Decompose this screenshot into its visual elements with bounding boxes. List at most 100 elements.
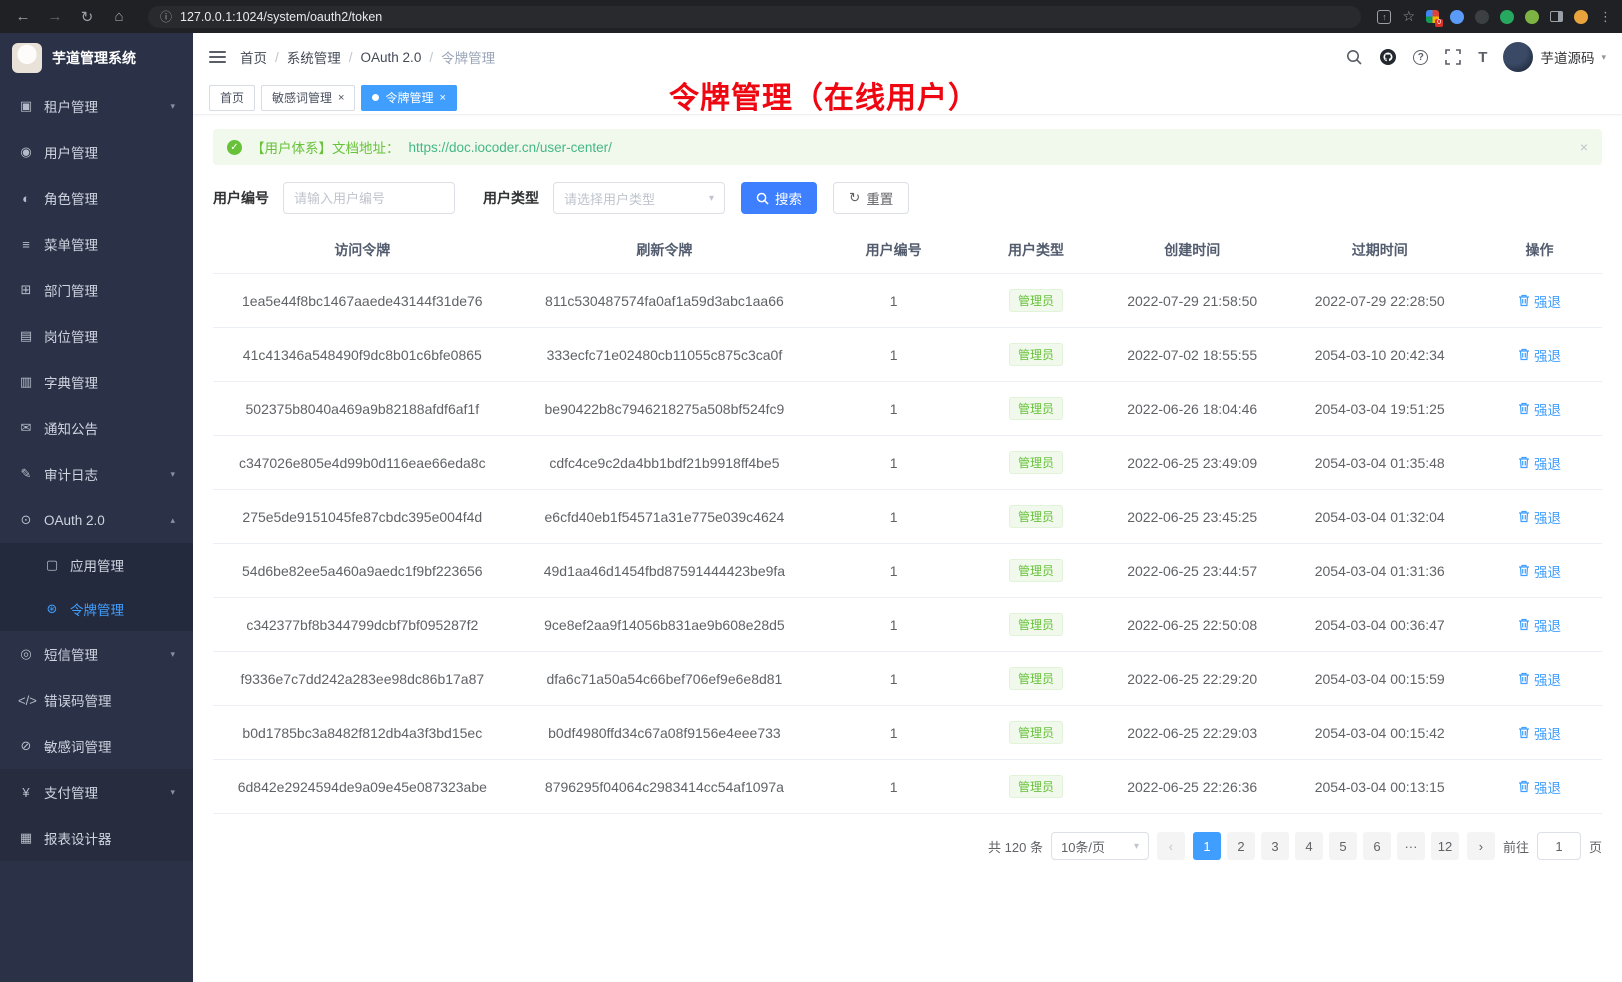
page-button-2[interactable]: 2 — [1227, 832, 1255, 860]
extension-dark-icon[interactable] — [1475, 10, 1489, 24]
sidebar-item-report[interactable]: ▦报表设计器 — [0, 815, 193, 861]
page-button-1[interactable]: 1 — [1193, 832, 1221, 860]
reset-button-label: 重置 — [866, 188, 893, 208]
extension-green-icon[interactable] — [1500, 10, 1514, 24]
column-header: 访问令牌 — [213, 227, 512, 274]
forward-icon[interactable]: → — [42, 5, 68, 29]
prev-page-button[interactable]: ‹ — [1157, 832, 1185, 860]
force-logout-button[interactable]: 强退 — [1518, 561, 1561, 581]
tab-close-icon[interactable]: × — [338, 92, 344, 104]
trash-icon — [1518, 618, 1530, 631]
breadcrumb-item[interactable]: 首页 — [240, 47, 267, 67]
expire-time-cell: 2022-07-29 22:28:50 — [1283, 274, 1477, 328]
sidebar-item-role[interactable]: ◐角色管理 — [0, 175, 193, 221]
breadcrumb-item[interactable]: OAuth 2.0 — [361, 50, 422, 65]
force-logout-button[interactable]: 强退 — [1518, 345, 1561, 365]
github-icon[interactable] — [1379, 48, 1397, 66]
collapse-sidebar-icon[interactable] — [209, 51, 226, 63]
extension-icon[interactable]: 0 — [1426, 10, 1439, 23]
user-id-cell: 1 — [817, 652, 970, 706]
fullscreen-icon[interactable] — [1444, 48, 1462, 66]
search-icon[interactable] — [1345, 48, 1363, 66]
user-id-input[interactable] — [283, 182, 455, 214]
force-logout-button[interactable]: 强退 — [1518, 615, 1561, 635]
chevron-down-icon: ▾ — [1134, 841, 1139, 852]
sidebar-item-tenant[interactable]: ▣租户管理▾ — [0, 83, 193, 129]
breadcrumb-item[interactable]: 系统管理 — [287, 47, 341, 67]
sidebar-item-label: 令牌管理 — [70, 599, 124, 619]
profile-avatar[interactable] — [1574, 10, 1588, 24]
sidebar-item-post[interactable]: ▤岗位管理 — [0, 313, 193, 359]
tabs-bar: 首页敏感词管理×令牌管理× — [193, 81, 1622, 115]
side-panel-icon[interactable] — [1550, 11, 1563, 22]
search-button[interactable]: 搜索 — [741, 182, 817, 214]
force-logout-button[interactable]: 强退 — [1518, 777, 1561, 797]
pager-ellipsis[interactable]: ··· — [1397, 832, 1425, 860]
force-logout-button[interactable]: 强退 — [1518, 399, 1561, 419]
force-logout-button[interactable]: 强退 — [1518, 723, 1561, 743]
alert-close-icon[interactable]: × — [1580, 139, 1588, 155]
page-button-6[interactable]: 6 — [1363, 832, 1391, 860]
browser-menu-icon[interactable]: ⋮ — [1599, 9, 1612, 25]
reload-icon[interactable]: ↻ — [74, 5, 100, 29]
tab-close-icon[interactable]: × — [439, 92, 445, 104]
force-logout-button[interactable]: 强退 — [1518, 453, 1561, 473]
sidebar-item-sms[interactable]: ◎短信管理▾ — [0, 631, 193, 677]
sidebar-item-audit-log[interactable]: ✎审计日志▾ — [0, 451, 193, 497]
home-icon[interactable]: ⌂ — [106, 5, 132, 29]
refresh-token-cell: b0df4980ffd34c67a08f9156e4eee733 — [512, 706, 818, 760]
user-type-placeholder: 请选择用户类型 — [564, 189, 655, 208]
sidebar-item-oauth[interactable]: ⊙OAuth 2.0▴ — [0, 497, 193, 543]
next-page-button[interactable]: › — [1467, 832, 1495, 860]
user-menu[interactable]: 芋道源码 ▾ — [1503, 42, 1606, 72]
sidebar-item-token[interactable]: ⊛令牌管理 — [0, 587, 193, 631]
force-logout-button[interactable]: 强退 — [1518, 507, 1561, 527]
force-logout-button[interactable]: 强退 — [1518, 291, 1561, 311]
table-row: 6d842e2924594de9a09e45e087323abe8796295f… — [213, 760, 1602, 814]
page-size-select[interactable]: 10条/页 ▾ — [1051, 832, 1149, 860]
sidebar-item-dict[interactable]: ▥字典管理 — [0, 359, 193, 405]
tab-令牌管理[interactable]: 令牌管理× — [361, 85, 456, 111]
chevron-down-icon: ▾ — [709, 193, 714, 204]
back-icon[interactable]: ← — [10, 5, 36, 29]
share-icon[interactable]: ↑ — [1377, 10, 1391, 24]
page-button-12[interactable]: 12 — [1431, 832, 1459, 860]
user-name: 芋道源码 — [1540, 47, 1594, 67]
user-id-cell: 1 — [817, 706, 970, 760]
sidebar-item-menu[interactable]: ≡菜单管理 — [0, 221, 193, 267]
sidebar-item-pay[interactable]: ¥支付管理▾ — [0, 769, 193, 815]
sidebar-item-notice[interactable]: ✉通知公告 — [0, 405, 193, 451]
extension-blue-icon[interactable] — [1450, 10, 1464, 24]
app-title: 芋道管理系统 — [52, 48, 136, 68]
address-bar[interactable]: ⓘ 127.0.0.1:1024/system/oauth2/token — [148, 6, 1361, 28]
page-button-4[interactable]: 4 — [1295, 832, 1323, 860]
page-button-3[interactable]: 3 — [1261, 832, 1289, 860]
user-type-select[interactable]: 请选择用户类型 ▾ — [553, 182, 725, 214]
tab-敏感词管理[interactable]: 敏感词管理× — [261, 85, 355, 111]
help-icon[interactable]: ? — [1413, 50, 1428, 65]
access-token-cell: 1ea5e44f8bc1467aaede43144f31de76 — [213, 274, 512, 328]
app-logo[interactable]: 芋道管理系统 — [0, 33, 193, 83]
font-size-icon[interactable]: T — [1478, 49, 1487, 66]
user-type-cell: 管理员 — [970, 598, 1102, 652]
tab-首页[interactable]: 首页 — [209, 85, 255, 111]
sidebar-item-label: 岗位管理 — [44, 326, 98, 346]
sidebar-item-error-code[interactable]: </>错误码管理 — [0, 677, 193, 723]
reset-button[interactable]: ↻ 重置 — [833, 182, 909, 214]
page-button-5[interactable]: 5 — [1329, 832, 1357, 860]
sidebar-item-user[interactable]: ◉用户管理 — [0, 129, 193, 175]
force-logout-button[interactable]: 强退 — [1518, 669, 1561, 689]
report-icon: ▦ — [18, 830, 34, 846]
expire-time-cell: 2054-03-04 00:13:15 — [1283, 760, 1477, 814]
sidebar-item-app[interactable]: ▢应用管理 — [0, 543, 193, 587]
sidebar-item-dept[interactable]: ⊞部门管理 — [0, 267, 193, 313]
info-icon[interactable]: ⓘ — [160, 8, 172, 25]
bookmark-star-icon[interactable]: ☆ — [1402, 8, 1415, 25]
doc-link[interactable]: https://doc.iocoder.cn/user-center/ — [409, 140, 612, 155]
extension-leaf-icon[interactable] — [1525, 10, 1539, 24]
goto-page-input[interactable] — [1537, 832, 1581, 860]
user-type-badge: 管理员 — [1009, 397, 1063, 420]
chevron-down-icon: ▾ — [170, 787, 175, 798]
sidebar-item-sensitive-word[interactable]: ⊘敏感词管理 — [0, 723, 193, 769]
error-code-icon: </> — [18, 693, 34, 708]
